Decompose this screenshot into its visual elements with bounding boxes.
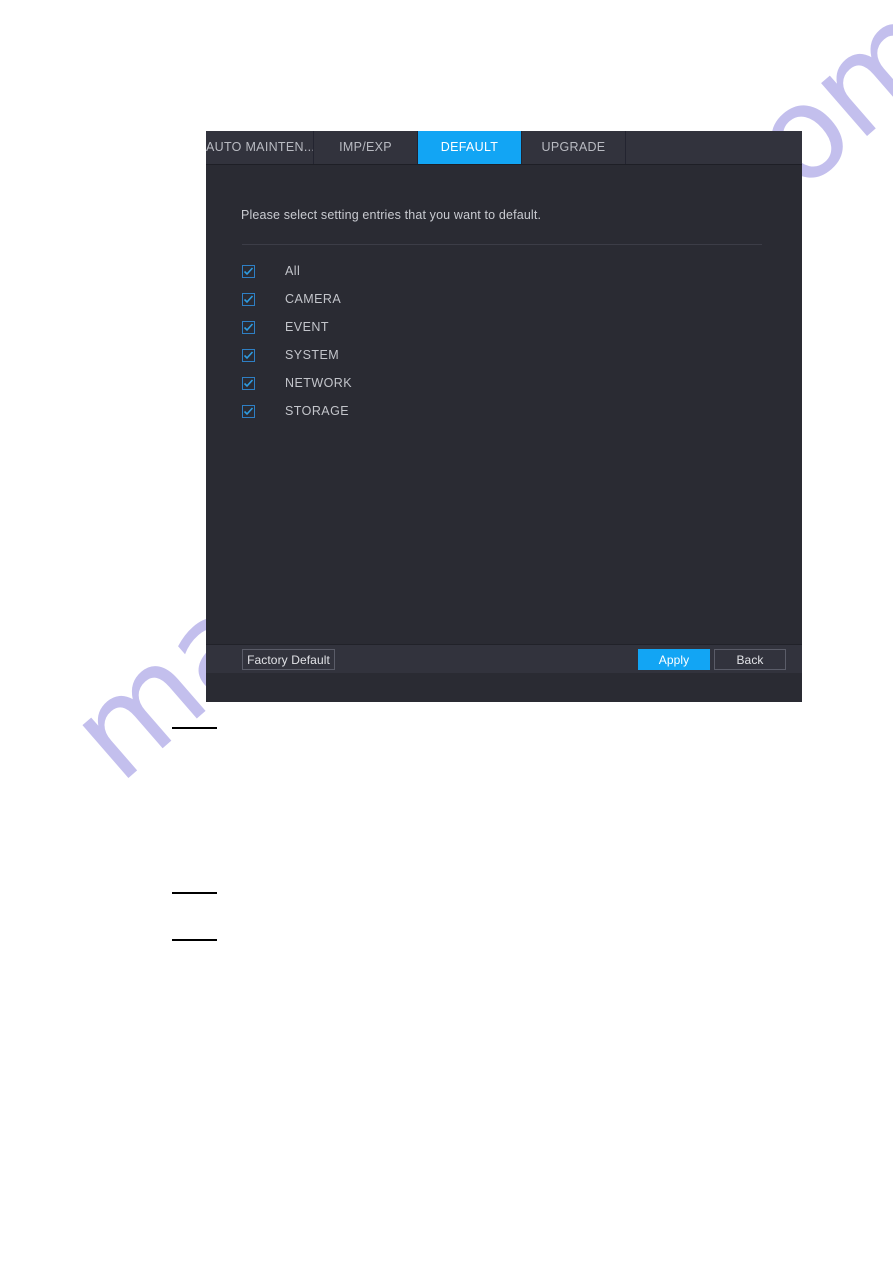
- tab-imp-exp[interactable]: IMP/EXP: [314, 131, 418, 164]
- dialog-body: Please select setting entries that you w…: [206, 165, 802, 673]
- back-button[interactable]: Back: [714, 649, 786, 670]
- checklist-label-event: EVENT: [285, 320, 329, 334]
- tab-upgrade[interactable]: UPGRADE: [522, 131, 626, 164]
- page-rule-3: [172, 939, 217, 941]
- checklist-label-system: SYSTEM: [285, 348, 340, 362]
- checklist-label-network: NETWORK: [285, 376, 353, 390]
- checkmark-icon: [243, 266, 254, 275]
- checklist-row-system[interactable]: SYSTEM: [242, 341, 662, 369]
- checkbox-event[interactable]: [242, 320, 255, 334]
- page-rule-1: [172, 727, 217, 729]
- tabbar: AUTO MAINTEN... IMP/EXP DEFAULT UPGRADE: [206, 131, 802, 165]
- checkbox-system[interactable]: [242, 348, 255, 362]
- default-entries-checklist: All CAMERA EVENT SYSTEM NETWORK STORAGE: [242, 257, 662, 425]
- tabbar-filler: [626, 131, 802, 164]
- tab-default[interactable]: DEFAULT: [418, 131, 522, 164]
- checkmark-icon: [243, 294, 254, 303]
- checkbox-storage[interactable]: [242, 404, 255, 418]
- page-rule-2: [172, 892, 217, 894]
- factory-default-button[interactable]: Factory Default: [242, 649, 335, 670]
- instruction-text: Please select setting entries that you w…: [241, 208, 542, 222]
- checkmark-icon: [243, 350, 254, 359]
- checkbox-all[interactable]: [242, 264, 255, 278]
- checklist-row-all[interactable]: All: [242, 257, 662, 285]
- checkmark-icon: [243, 406, 254, 415]
- checklist-label-all: All: [285, 264, 301, 278]
- checkmark-icon: [243, 322, 254, 331]
- tab-auto-maintenance[interactable]: AUTO MAINTEN...: [206, 131, 314, 164]
- section-divider: [242, 244, 762, 245]
- checklist-row-network[interactable]: NETWORK: [242, 369, 662, 397]
- checklist-label-camera: CAMERA: [285, 292, 342, 306]
- checklist-row-storage[interactable]: STORAGE: [242, 397, 662, 425]
- checkbox-network[interactable]: [242, 376, 255, 390]
- checkbox-camera[interactable]: [242, 292, 255, 306]
- nvr-default-dialog: AUTO MAINTEN... IMP/EXP DEFAULT UPGRADE …: [206, 131, 802, 702]
- checklist-label-storage: STORAGE: [285, 404, 350, 418]
- checklist-row-event[interactable]: EVENT: [242, 313, 662, 341]
- dialog-footer: Factory Default Apply Back: [206, 644, 802, 673]
- checklist-row-camera[interactable]: CAMERA: [242, 285, 662, 313]
- checkmark-icon: [243, 378, 254, 387]
- apply-button[interactable]: Apply: [638, 649, 710, 670]
